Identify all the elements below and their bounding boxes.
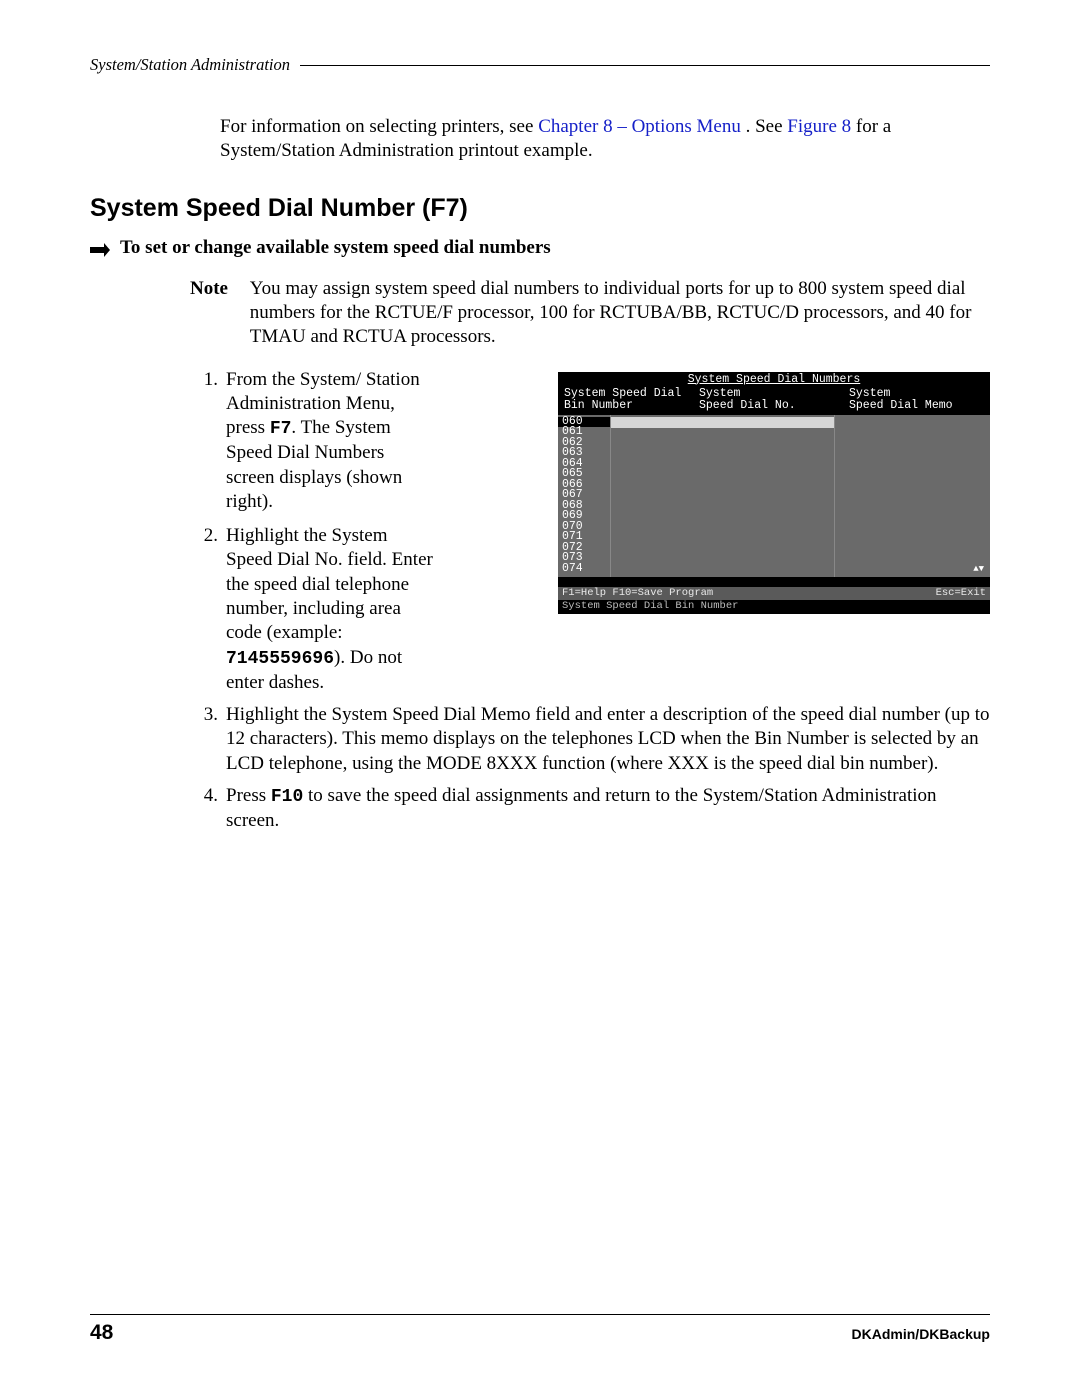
note-body: You may assign system speed dial numbers… [250,277,990,350]
shot-footer2: System Speed Dial Bin Number [558,600,990,614]
steps-list: 1. From the System/ Station Administrati… [190,368,990,834]
step-2-num: 2. [190,524,218,695]
shot-input-strip [611,417,834,428]
shot-dial-column [610,415,835,577]
link-chapter8[interactable]: Chapter 8 – Options Menu [538,116,741,137]
note-block: Note You may assign system speed dial nu… [190,277,990,350]
page-footer: 48 DKAdmin/DKBackup [90,1314,990,1345]
step-3-num: 3. [190,703,218,776]
page: System/Station Administration For inform… [0,0,1080,1397]
scroll-indicator-icon: ▲▼ [973,565,984,574]
step-2-key: 7145559696 [226,649,334,669]
doc-title-footer: DKAdmin/DKBackup [852,1326,990,1342]
shot-list-area: 060 061 062 063 064 065 066 067 068 069 [558,415,990,577]
intro-paragraph: For information on selecting printers, s… [220,115,990,164]
header-rule [300,65,990,66]
shot-memo-column [835,415,990,577]
header-text: System/Station Administration [90,55,300,75]
shot-col2a: System [699,387,740,400]
step-4: Press F10 to save the speed dial assignm… [226,784,990,833]
speed-dial-screenshot: System Speed Dial Numbers System Speed D… [558,372,990,614]
procedure-subhead: To set or change available system speed … [90,237,990,259]
shot-col3b: Speed Dial Memo [849,399,953,412]
step-4-key: F10 [271,787,303,807]
shot-title: System Speed Dial Numbers [558,372,990,387]
shot-col1a: System Speed Dial [564,387,681,400]
shot-footer1: F1=Help F10=Save Program Esc=Exit [558,587,990,600]
shot-col3a: System [849,387,890,400]
step-4-text-b: to save the speed dial assignments and r… [226,785,937,831]
page-number: 48 [90,1321,113,1345]
step-2: Highlight the System Speed Dial No. fiel… [226,524,436,695]
note-label: Note [190,277,245,301]
shot-col3: System Speed Dial Memo [849,388,984,412]
link-figure8[interactable]: Figure 8 [787,116,851,137]
bin-row: 074 [562,564,606,575]
step-1-num: 1. [190,368,218,392]
shot-col2b: Speed Dial No. [699,399,796,412]
shot-footer-right: Esc=Exit [936,588,986,599]
step-3-row: 3. Highlight the System Speed Dial Memo … [190,703,990,776]
shot-col1: System Speed Dial Bin Number [564,388,699,412]
shot-gap [558,577,990,587]
shot-col1b: Bin Number [564,399,633,412]
step-4-num: 4. [190,784,218,833]
subhead-text: To set or change available system speed … [120,237,551,259]
step-1: From the System/ Station Administration … [226,368,436,515]
step-1-key: F7 [270,419,292,439]
step-3-text: Highlight the System Speed Dial Memo fie… [226,703,990,776]
step-1-row: 1. From the System/ Station Administrati… [190,368,990,696]
step-4-text-a: Press [226,785,271,806]
shot-col2: System Speed Dial No. [699,388,849,412]
section-heading: System Speed Dial Number (F7) [90,194,990,223]
shot-col-headers: System Speed Dial Bin Number System Spee… [558,387,990,415]
footer-rule [90,1314,990,1315]
screenshot-column: System Speed Dial Numbers System Speed D… [538,368,990,696]
step-4-row: 4. Press F10 to save the speed dial assi… [190,784,990,833]
shot-bin-column: 060 061 062 063 064 065 066 067 068 069 [558,415,610,577]
arrow-right-icon [90,241,110,255]
shot-footer-left: F1=Help F10=Save Program [562,588,713,599]
running-header: System/Station Administration [90,55,990,75]
intro-text-1: For information on selecting printers, s… [220,116,538,137]
step-2-text-a: Highlight the System Speed Dial No. fiel… [226,525,433,643]
intro-text-2: . See [746,116,788,137]
